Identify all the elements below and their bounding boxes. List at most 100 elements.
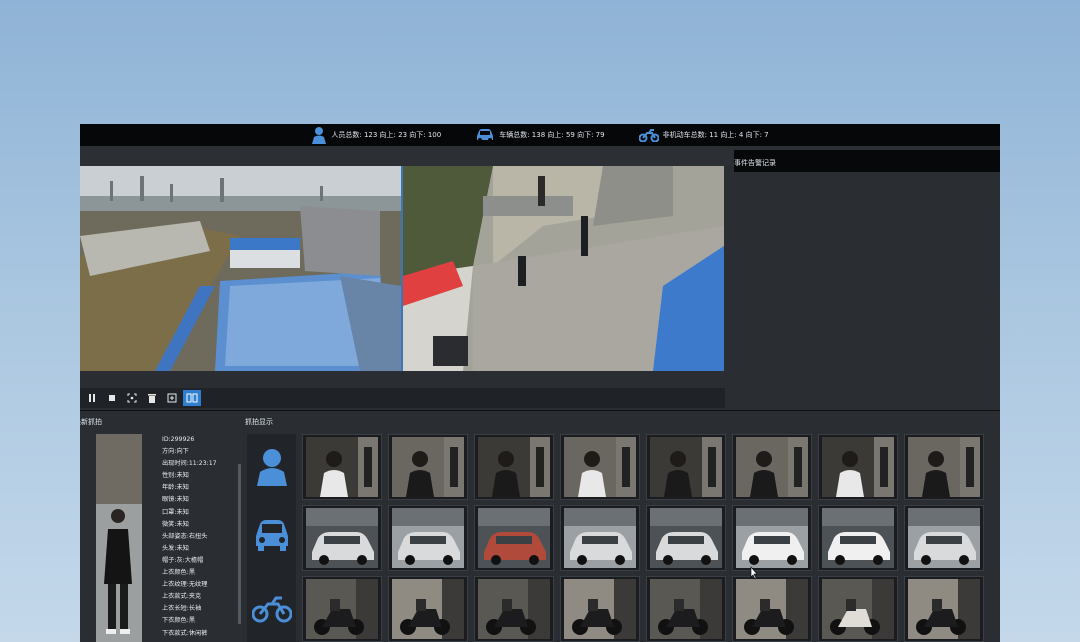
person-capture-thumbnail[interactable] xyxy=(646,434,726,500)
person-capture-thumbnail[interactable] xyxy=(388,434,468,500)
person-capture-thumbnail[interactable] xyxy=(474,434,554,500)
latest-capture-label: 最新抓拍 xyxy=(80,418,102,426)
vehicle-capture-thumbnail[interactable] xyxy=(646,505,726,571)
thumbnail-image xyxy=(650,579,722,639)
nonmotor-capture-thumbnail[interactable] xyxy=(646,576,726,642)
nonmotor-capture-thumbnail[interactable] xyxy=(732,576,812,642)
person-capture-thumbnail[interactable] xyxy=(818,434,898,500)
stop-icon[interactable] xyxy=(103,390,121,406)
thumbnail-image xyxy=(478,508,550,568)
motorcycle-icon xyxy=(638,128,659,142)
person-icon xyxy=(311,126,327,144)
capture-thumbnail-grid xyxy=(302,434,992,642)
attribute-line: 头部姿态:右扭头 xyxy=(162,532,208,540)
thumbnail-image xyxy=(392,437,464,497)
thumbnail-image xyxy=(306,437,378,497)
thumbnail-image xyxy=(392,508,464,568)
attribute-line: 口罩:未知 xyxy=(162,508,189,516)
surveillance-app: 人员总数: 123 向上: 23 向下: 100 车辆总数: 138 向上: 5… xyxy=(80,124,1000,642)
attribute-line: ID:299926 xyxy=(162,436,195,443)
vehicle-stats: 车辆总数: 138 向上: 59 向下: 79 xyxy=(475,128,605,142)
thumbnail-image xyxy=(306,508,378,568)
export-icon[interactable] xyxy=(163,390,181,406)
thumbnail-image xyxy=(908,437,980,497)
person-capture-thumbnail[interactable] xyxy=(904,434,984,500)
attribute-line: 帽子:灰:大檐帽 xyxy=(162,556,204,564)
thumbnail-image xyxy=(822,437,894,497)
capture-display-label: 抓拍显示 xyxy=(245,418,273,426)
vehicle-stats-text: 车辆总数: 138 向上: 59 向下: 79 xyxy=(499,131,605,139)
vehicle-capture-thumbnail[interactable] xyxy=(904,505,984,571)
nonmotor-capture-thumbnail[interactable] xyxy=(818,576,898,642)
attribute-line: 微笑:未知 xyxy=(162,520,189,528)
thumbnail-image xyxy=(736,437,808,497)
attribute-line: 眼镜:未知 xyxy=(162,496,189,504)
capture-section-header: 最新抓拍 抓拍显示 xyxy=(80,412,1000,432)
playback-toolbar xyxy=(80,388,725,408)
mouse-cursor-icon xyxy=(749,565,759,584)
nonmotor-capture-thumbnail[interactable] xyxy=(904,576,984,642)
vehicle-capture-thumbnail[interactable] xyxy=(560,505,640,571)
latest-capture-portrait[interactable] xyxy=(96,434,142,642)
pause-icon[interactable] xyxy=(83,390,101,406)
thumbnail-image xyxy=(736,579,808,639)
thumbnail-image xyxy=(564,579,636,639)
section-divider xyxy=(80,410,1000,411)
thumbnail-image xyxy=(736,508,808,568)
attribute-line: 性别:未知 xyxy=(162,472,189,480)
nonmotor-capture-thumbnail[interactable] xyxy=(474,576,554,642)
event-alert-panel: 事件告警记录 xyxy=(734,150,1000,410)
split-view-icon[interactable] xyxy=(183,390,201,406)
video-feed-plaza[interactable] xyxy=(403,166,724,371)
thumbnail-image xyxy=(908,579,980,639)
attribute-line: 上衣长短:长袖 xyxy=(162,605,202,613)
thumbnail-image xyxy=(650,437,722,497)
capture-icon[interactable] xyxy=(123,390,141,406)
vehicle-capture-thumbnail[interactable] xyxy=(818,505,898,571)
car-icon xyxy=(475,128,495,142)
nonmotor-stats-text: 非机动车总数: 11 向上: 4 向下: 7 xyxy=(662,131,769,139)
thumbnail-image xyxy=(478,437,550,497)
event-panel-title: 事件告警记录 xyxy=(734,150,1000,172)
person-stats-text: 人员总数: 123 向上: 23 向下: 100 xyxy=(331,131,442,139)
attribute-line: 头发:未知 xyxy=(162,544,189,552)
thumbnail-image xyxy=(822,579,894,639)
thumbnail-image xyxy=(392,579,464,639)
vehicle-capture-thumbnail[interactable] xyxy=(474,505,554,571)
thumbnail-image xyxy=(306,579,378,639)
person-icon[interactable] xyxy=(247,448,296,486)
attribute-line: 上衣颜色:黑 xyxy=(162,569,196,577)
category-icons xyxy=(247,434,296,642)
person-capture-thumbnail[interactable] xyxy=(302,434,382,500)
person-capture-thumbnail[interactable] xyxy=(560,434,640,500)
person-capture-thumbnail[interactable] xyxy=(732,434,812,500)
capture-attributes: ID:299926 方向:向下出现时间:11:23:17 性别:未知年龄:未知眼镜:… xyxy=(162,434,242,642)
thumbnail-image xyxy=(564,508,636,568)
attribute-line: 出现时间:11:23:17 xyxy=(162,460,217,468)
vehicle-capture-thumbnail[interactable] xyxy=(302,505,382,571)
vehicle-capture-thumbnail[interactable] xyxy=(732,505,812,571)
nonmotor-stats: 非机动车总数: 11 向上: 4 向下: 7 xyxy=(638,128,769,142)
thumbnail-image xyxy=(650,508,722,568)
motorcycle-icon[interactable] xyxy=(247,594,296,624)
nonmotor-capture-thumbnail[interactable] xyxy=(388,576,468,642)
thumbnail-image xyxy=(564,437,636,497)
attribute-line: 上衣款式:夹克 xyxy=(162,593,202,601)
nonmotor-capture-thumbnail[interactable] xyxy=(302,576,382,642)
car-icon[interactable] xyxy=(247,518,296,552)
vehicle-capture-thumbnail[interactable] xyxy=(388,505,468,571)
attribute-line: 年龄:未知 xyxy=(162,484,189,492)
attribute-line: 方向:向下 xyxy=(162,448,189,456)
attribute-line: 上衣纹理:无纹理 xyxy=(162,581,208,589)
attribute-line: 下衣款式:休闲裤 xyxy=(162,629,208,637)
nonmotor-capture-thumbnail[interactable] xyxy=(560,576,640,642)
stats-bar: 人员总数: 123 向上: 23 向下: 100 车辆总数: 138 向上: 5… xyxy=(80,124,1000,146)
delete-icon[interactable] xyxy=(143,390,161,406)
attributes-scrollbar[interactable] xyxy=(238,464,241,624)
attribute-line: 下衣颜色:黑 xyxy=(162,617,196,625)
thumbnail-image xyxy=(822,508,894,568)
video-feed-aerial[interactable] xyxy=(80,166,401,371)
thumbnail-image xyxy=(478,579,550,639)
person-stats: 人员总数: 123 向上: 23 向下: 100 xyxy=(311,126,441,144)
thumbnail-image xyxy=(908,508,980,568)
